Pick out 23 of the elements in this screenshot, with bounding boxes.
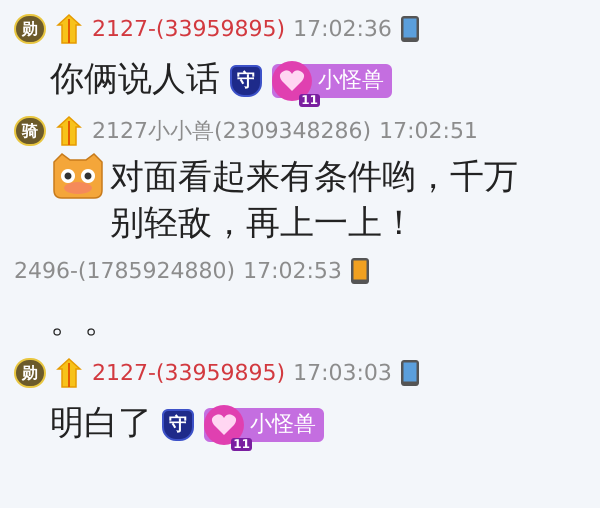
message-time: 17:02:53	[243, 258, 342, 286]
sender-name[interactable]: 2127小小兽(2309348286)	[92, 114, 372, 148]
fan-level: 11	[231, 438, 252, 451]
fan-name: 小怪兽	[318, 70, 384, 92]
heart-icon	[211, 412, 237, 437]
medal-badge: 骑	[14, 116, 46, 146]
sender-name[interactable]: 2127-(33959895)	[92, 356, 286, 390]
message-text: 对面看起来有条件哟，千万别轻敌，再上一上！	[110, 157, 518, 243]
guard-badge: 守	[162, 408, 194, 441]
message-text: 。。	[50, 301, 118, 341]
message-time: 17:03:03	[293, 360, 392, 388]
medal-badge: 勋	[14, 14, 46, 44]
fan-level: 11	[299, 94, 320, 107]
guard-badge: 守	[230, 64, 262, 97]
message-text: 你俩说人话	[50, 59, 220, 99]
fan-name: 小怪兽	[250, 414, 316, 436]
message-time: 17:02:36	[293, 16, 392, 44]
sender-name[interactable]: 2127-(33959895)	[92, 12, 286, 46]
heart-icon	[279, 68, 305, 93]
medal-badge: 勋	[14, 358, 46, 388]
message-text: 明白了	[50, 403, 152, 443]
sender-name[interactable]: 2496-(1785924880)	[14, 254, 236, 288]
message-time: 17:02:51	[379, 118, 478, 146]
